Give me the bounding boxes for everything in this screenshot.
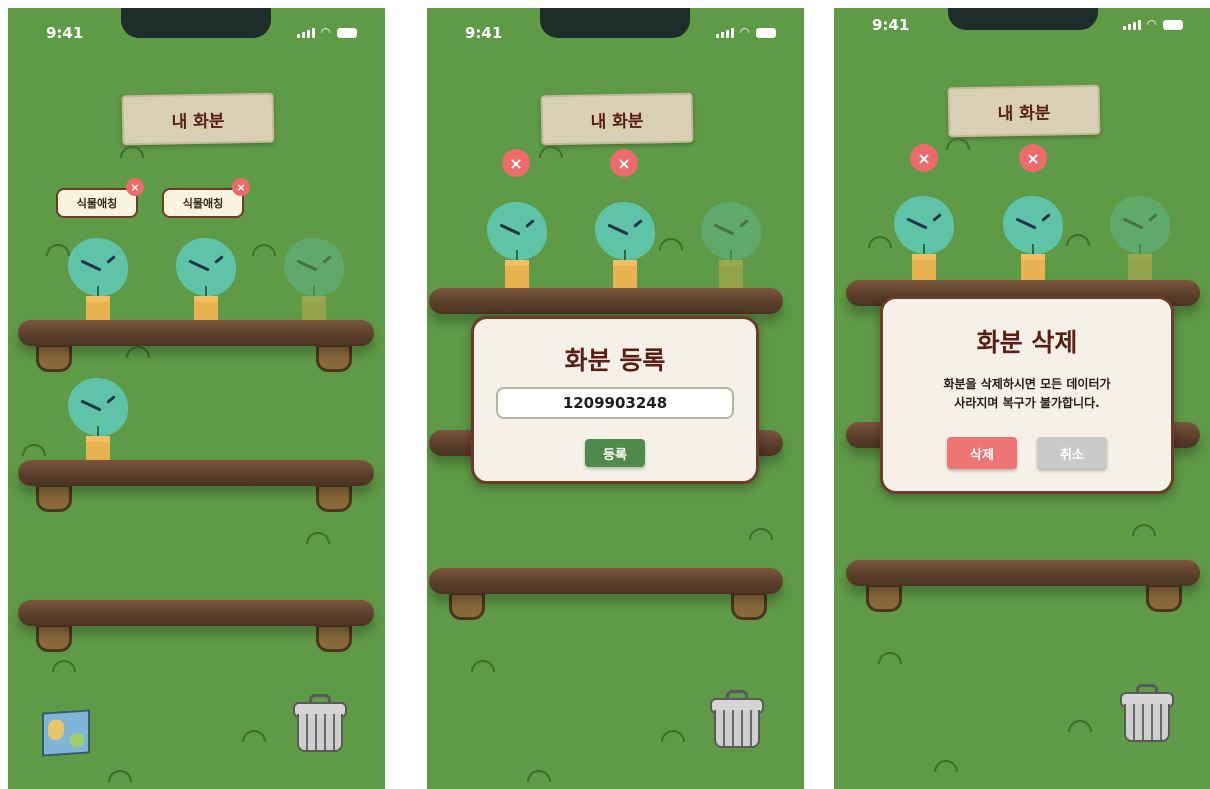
status-time: 9:41 xyxy=(46,24,84,42)
close-icon[interactable]: × xyxy=(502,149,530,177)
empty-pot-slot[interactable] xyxy=(699,194,763,296)
grass-decoration xyxy=(527,770,551,782)
device-notch xyxy=(121,8,271,38)
grass-decoration xyxy=(934,760,958,772)
close-icon[interactable]: × xyxy=(232,178,250,196)
battery-icon xyxy=(756,28,776,38)
plant-nickname-tag[interactable]: 식물애칭 xyxy=(162,188,244,218)
plant-pot[interactable] xyxy=(1001,188,1065,290)
screen-delete-pot: 9:41 ◠ 내 화분 × × 화분 삭제 화분을 삭제하시면 모든 데이터가 … xyxy=(834,8,1210,789)
dialog-title: 화분 등록 xyxy=(564,346,666,375)
page-title: 내 화분 xyxy=(540,92,694,146)
trash-can-icon[interactable] xyxy=(291,694,353,758)
grass-decoration xyxy=(242,730,266,742)
plant-pot[interactable] xyxy=(593,194,657,296)
grass-decoration xyxy=(120,146,144,158)
screen-register-pot: 9:41 ◠ 내 화분 × × 화분 등록 1209903248 등록 xyxy=(427,8,804,789)
trash-can-icon[interactable] xyxy=(708,690,770,754)
close-icon[interactable]: × xyxy=(1019,144,1047,172)
battery-icon xyxy=(337,28,357,38)
empty-pot-slot[interactable] xyxy=(282,230,346,332)
grass-decoration xyxy=(1132,524,1156,536)
wifi-icon: ◠ xyxy=(739,25,750,39)
close-icon[interactable]: × xyxy=(126,178,144,196)
page-title: 내 화분 xyxy=(947,84,1101,138)
plant-pot[interactable] xyxy=(485,194,549,296)
screen-my-pots: 9:41 ◠ 내 화분 식물애칭 × 식물애칭 × xyxy=(8,8,385,789)
grass-decoration xyxy=(252,244,276,256)
dialog-title: 화분 삭제 xyxy=(976,328,1078,357)
shelf-bracket xyxy=(316,624,352,652)
grass-decoration xyxy=(1066,234,1090,246)
plant-pot[interactable] xyxy=(66,230,130,332)
shelf xyxy=(18,460,374,486)
delete-pot-dialog: 화분 삭제 화분을 삭제하시면 모든 데이터가 사라지며 복구가 불가합니다. … xyxy=(880,296,1174,494)
pot-serial-input[interactable]: 1209903248 xyxy=(496,387,734,419)
grass-decoration xyxy=(22,444,46,456)
shelf-bracket xyxy=(731,592,767,620)
delete-button[interactable]: 삭제 xyxy=(947,437,1017,469)
plant-pot[interactable] xyxy=(892,188,956,290)
close-icon[interactable]: × xyxy=(610,149,638,177)
signal-icon xyxy=(1122,20,1141,30)
register-pot-dialog: 화분 등록 1209903248 등록 xyxy=(471,316,759,484)
register-button[interactable]: 등록 xyxy=(585,439,645,467)
shelf-bracket xyxy=(866,584,902,612)
shelf xyxy=(18,320,374,346)
shelf xyxy=(18,600,374,626)
grass-decoration xyxy=(52,660,76,672)
plant-pot[interactable] xyxy=(174,230,238,332)
cancel-button[interactable]: 취소 xyxy=(1037,437,1107,469)
status-time: 9:41 xyxy=(872,16,910,34)
shelf-bracket xyxy=(36,484,72,512)
wifi-icon: ◠ xyxy=(1146,17,1157,31)
page-title: 내 화분 xyxy=(121,92,275,146)
grass-decoration xyxy=(868,236,892,248)
grass-decoration xyxy=(661,730,685,742)
plant-nickname-tag[interactable]: 식물애칭 xyxy=(56,188,138,218)
status-icons: ◠ xyxy=(296,24,357,39)
battery-icon xyxy=(1163,20,1183,30)
status-time: 9:41 xyxy=(465,24,503,42)
status-icons: ◠ xyxy=(1122,16,1183,31)
grass-decoration xyxy=(659,238,683,250)
shelf xyxy=(846,560,1200,586)
dialog-message-line: 사라지며 복구가 불가합니다. xyxy=(954,396,1100,410)
wifi-icon: ◠ xyxy=(320,25,331,39)
signal-icon xyxy=(296,28,315,38)
shelf-bracket xyxy=(449,592,485,620)
grass-decoration xyxy=(749,528,773,540)
trash-can-icon[interactable] xyxy=(1118,684,1180,748)
shelf xyxy=(429,568,783,594)
grass-decoration xyxy=(1068,720,1092,732)
shelf xyxy=(429,288,783,314)
grass-decoration xyxy=(471,660,495,672)
grass-decoration xyxy=(306,532,330,544)
shelf-bracket xyxy=(36,344,72,372)
grass-decoration xyxy=(126,346,150,358)
shelf-bracket xyxy=(316,484,352,512)
device-notch xyxy=(540,8,690,38)
close-icon[interactable]: × xyxy=(910,144,938,172)
empty-pot-slot[interactable] xyxy=(1108,188,1172,290)
shelf-bracket xyxy=(316,344,352,372)
grass-decoration xyxy=(878,652,902,664)
grass-decoration xyxy=(108,770,132,782)
device-notch xyxy=(948,8,1098,30)
status-icons: ◠ xyxy=(715,24,776,39)
grass-decoration xyxy=(946,138,970,150)
plant-pot[interactable] xyxy=(66,370,130,472)
map-icon[interactable] xyxy=(42,709,90,757)
grass-decoration xyxy=(539,146,563,158)
shelf-bracket xyxy=(36,624,72,652)
shelf-bracket xyxy=(1146,584,1182,612)
signal-icon xyxy=(715,28,734,38)
dialog-message-line: 화분을 삭제하시면 모든 데이터가 xyxy=(943,377,1111,391)
